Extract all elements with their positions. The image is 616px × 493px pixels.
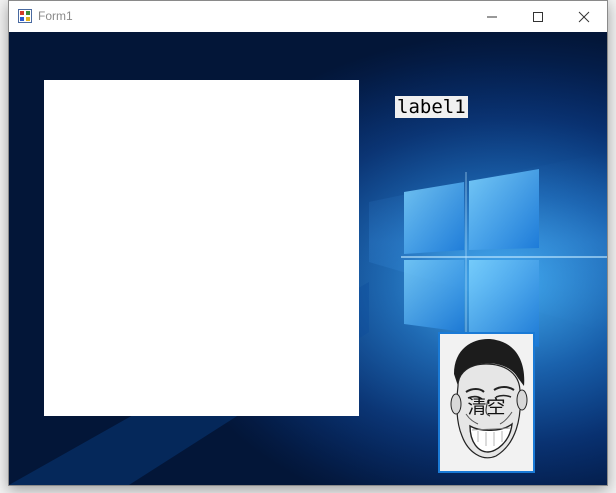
form-window: Form1 label1 清空 — [8, 0, 608, 486]
maximize-icon — [533, 12, 543, 22]
minimize-button[interactable] — [469, 1, 515, 32]
window-title: Form1 — [38, 9, 73, 23]
maximize-button[interactable] — [515, 1, 561, 32]
app-icon — [18, 9, 32, 23]
minimize-icon — [487, 16, 497, 18]
clear-button[interactable]: 清空 — [438, 332, 535, 473]
form-client-area: label1 清空 — [9, 32, 607, 485]
label1: label1 — [395, 96, 468, 118]
clear-button-label: 清空 — [467, 396, 506, 418]
white-panel — [44, 80, 359, 416]
title-bar[interactable]: Form1 — [9, 1, 607, 32]
close-button[interactable] — [561, 1, 607, 32]
close-icon — [578, 11, 590, 23]
